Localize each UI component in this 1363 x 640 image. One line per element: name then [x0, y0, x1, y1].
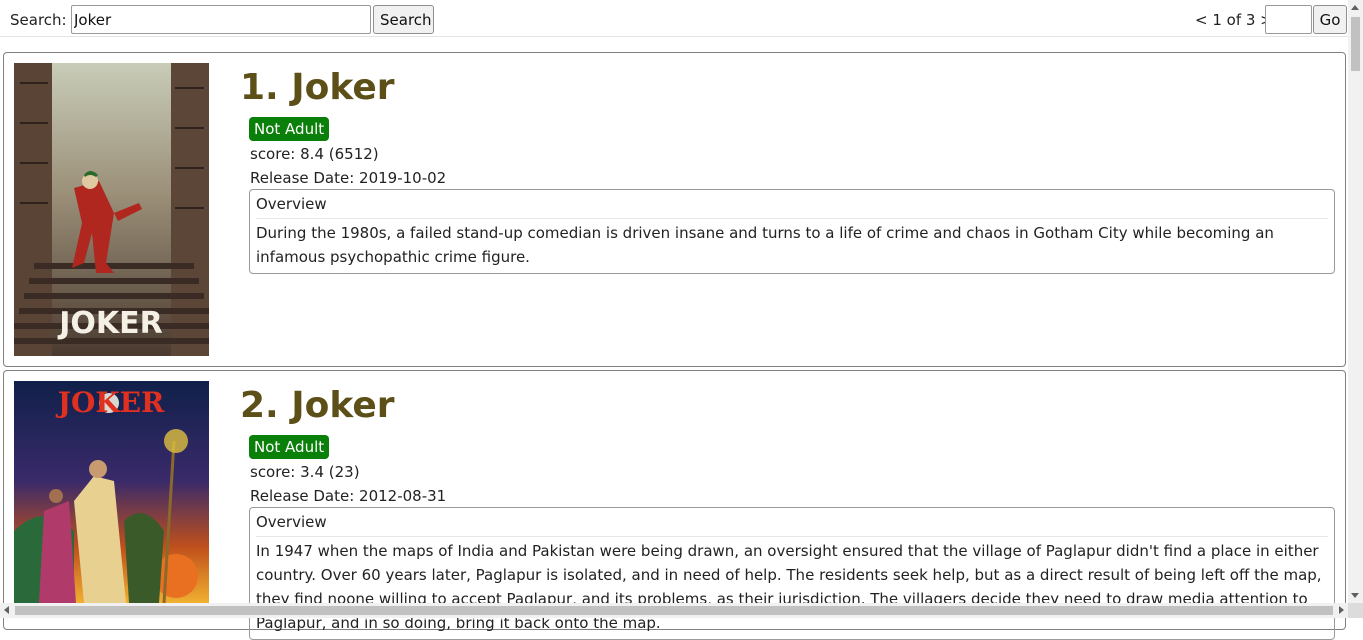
poster-title: JOKER	[55, 386, 165, 419]
pagination-text[interactable]: < 1 of 3 >	[1195, 11, 1273, 29]
scroll-right-icon[interactable]	[1339, 606, 1344, 614]
overview-heading: Overview	[256, 190, 1328, 219]
overview-heading: Overview	[256, 508, 1328, 537]
overview-box: Overview During the 1980s, a failed stan…	[249, 189, 1335, 274]
scrollbar-corner	[1348, 603, 1363, 618]
movie-title: 2. Joker	[240, 385, 395, 426]
scroll-down-icon[interactable]	[1351, 593, 1359, 598]
movie-poster[interactable]: JOKER	[14, 63, 209, 356]
go-button[interactable]: Go	[1313, 5, 1347, 34]
search-input[interactable]	[71, 5, 371, 34]
score-text: score: 8.4 (6512)	[250, 145, 379, 163]
poster-image: JOKER	[14, 63, 209, 356]
result-card: JOKER 2. Joker Not Adult score: 3.4 (23)…	[3, 370, 1346, 640]
search-bar: Search: Search < 1 of 3 > Go	[0, 0, 1348, 37]
scroll-left-icon[interactable]	[4, 606, 9, 614]
vertical-scrollbar[interactable]	[1348, 0, 1363, 603]
poster-title: JOKER	[57, 306, 163, 341]
poster-image: JOKER	[14, 381, 209, 603]
scroll-up-icon[interactable]	[1351, 5, 1359, 10]
adult-status-badge: Not Adult	[249, 117, 330, 141]
movie-poster[interactable]: JOKER	[14, 381, 209, 603]
score-text: score: 3.4 (23)	[250, 463, 360, 481]
overview-text: During the 1980s, a failed stand-up come…	[256, 224, 1274, 266]
overview-box: Overview In 1947 when the maps of India …	[249, 507, 1335, 640]
release-date: Release Date: 2019-10-02	[250, 169, 447, 187]
horizontal-scroll-thumb[interactable]	[15, 606, 1333, 615]
search-button[interactable]: Search	[373, 5, 434, 34]
horizontal-scrollbar[interactable]	[0, 603, 1348, 618]
search-label: Search:	[10, 11, 67, 29]
adult-status-badge: Not Adult	[249, 435, 330, 459]
page-number-input[interactable]	[1265, 5, 1312, 34]
vertical-scroll-thumb[interactable]	[1351, 17, 1360, 71]
overview-text: In 1947 when the maps of India and Pakis…	[256, 542, 1322, 632]
release-date: Release Date: 2012-08-31	[250, 487, 447, 505]
result-card: JOKER 1. Joker Not Adult score: 8.4 (651…	[3, 52, 1346, 367]
movie-title: 1. Joker	[240, 67, 395, 108]
